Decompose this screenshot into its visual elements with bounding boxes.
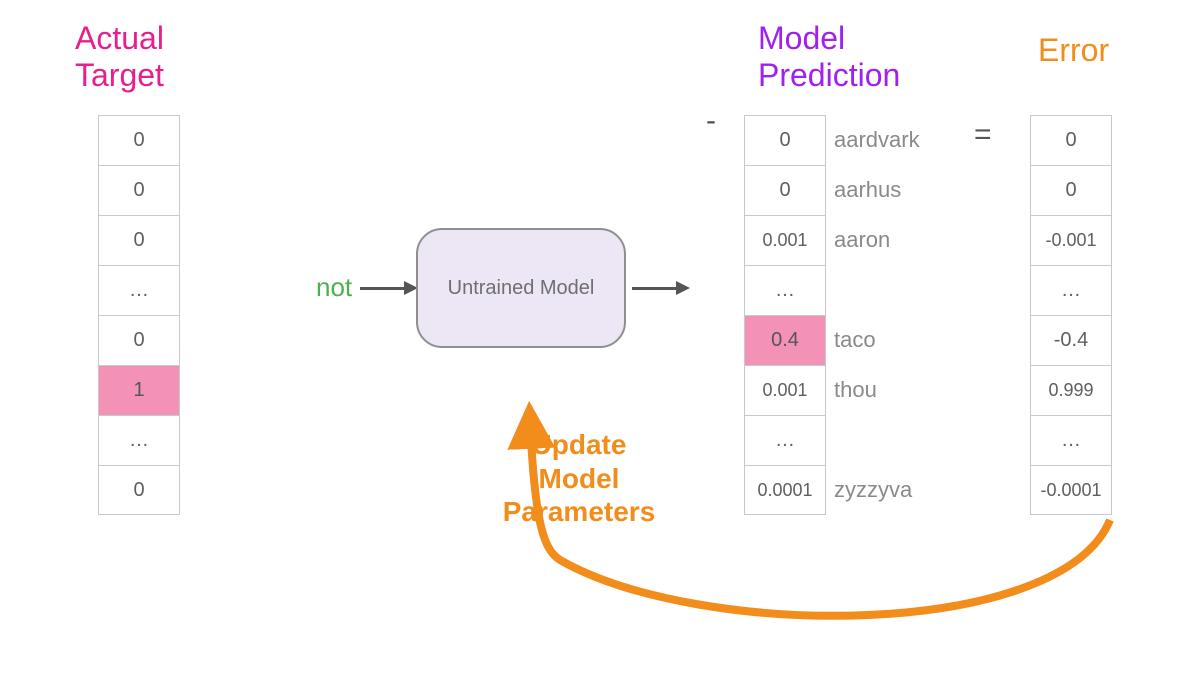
target-vector: 0 0 0 … 0 1 … 0 (98, 115, 180, 515)
target-cell: 0 (98, 115, 180, 165)
prediction-cell: 0.0001 (744, 465, 826, 515)
word-label: zyzzyva (834, 465, 920, 515)
target-cell: 0 (98, 465, 180, 515)
word-label: aarhus (834, 165, 920, 215)
target-cell: … (98, 265, 180, 315)
heading-actual-target: Actual Target (75, 20, 164, 94)
prediction-word-labels: aardvark aarhus aaron taco thou zyzzyva (834, 115, 920, 515)
word-label: thou (834, 365, 920, 415)
prediction-cell: … (744, 265, 826, 315)
minus-operator: - (706, 104, 716, 138)
word-label: aaron (834, 215, 920, 265)
error-cell: … (1030, 415, 1112, 465)
word-label: aardvark (834, 115, 920, 165)
error-cell: -0.0001 (1030, 465, 1112, 515)
arrow-head-icon (676, 281, 690, 295)
prediction-cell: 0 (744, 115, 826, 165)
word-label (834, 415, 920, 465)
input-word-label: not (316, 272, 352, 303)
prediction-cell: 0.001 (744, 365, 826, 415)
target-cell: 0 (98, 315, 180, 365)
target-cell: … (98, 415, 180, 465)
prediction-vector: 0 0 0.001 … 0.4 0.001 … 0.0001 (744, 115, 826, 515)
error-vector: 0 0 -0.001 … -0.4 0.999 … -0.0001 (1030, 115, 1112, 515)
word-label (834, 265, 920, 315)
prediction-cell: 0 (744, 165, 826, 215)
target-cell: 0 (98, 165, 180, 215)
heading-error: Error (1038, 32, 1109, 69)
update-model-parameters-label: Update Model Parameters (459, 428, 699, 529)
model-box: Untrained Model (416, 228, 626, 348)
error-cell: -0.001 (1030, 215, 1112, 265)
prediction-cell-highlight: 0.4 (744, 315, 826, 365)
arrow-model-to-prediction (632, 287, 676, 290)
arrow-input-to-model (360, 287, 404, 290)
error-cell: 0.999 (1030, 365, 1112, 415)
equals-operator: = (974, 118, 992, 152)
heading-model-prediction: Model Prediction (758, 20, 900, 94)
target-cell-highlight: 1 (98, 365, 180, 415)
word-label: taco (834, 315, 920, 365)
prediction-cell: 0.001 (744, 215, 826, 265)
error-cell: -0.4 (1030, 315, 1112, 365)
target-cell: 0 (98, 215, 180, 265)
prediction-cell: … (744, 415, 826, 465)
error-cell: … (1030, 265, 1112, 315)
error-cell: 0 (1030, 115, 1112, 165)
error-cell: 0 (1030, 165, 1112, 215)
